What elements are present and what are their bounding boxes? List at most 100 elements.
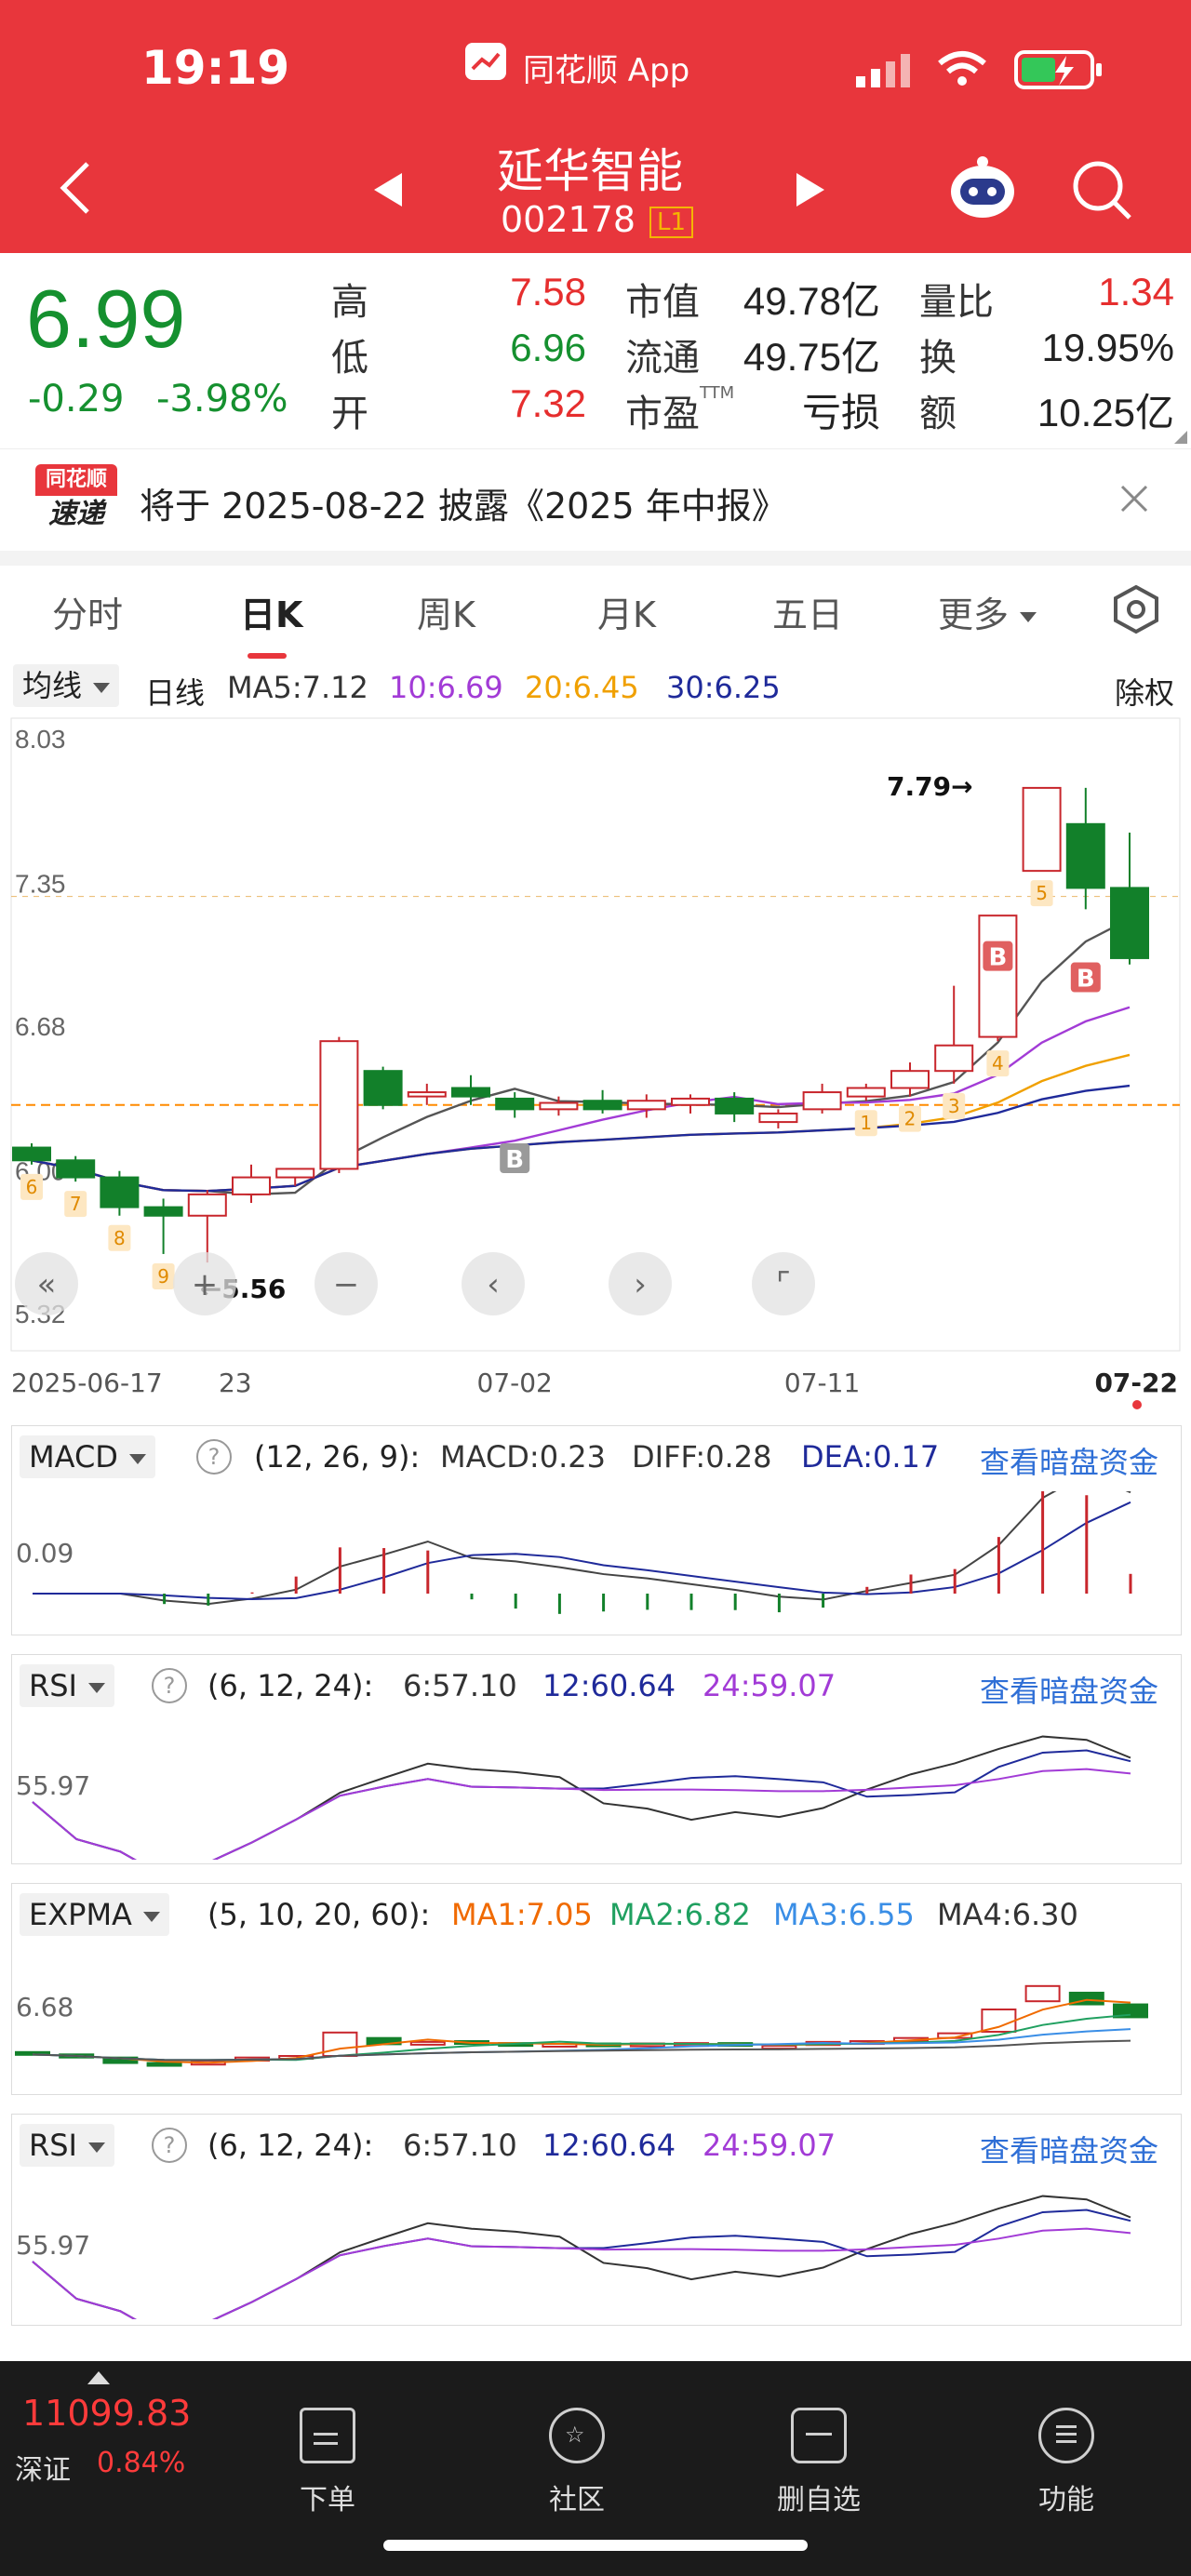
nav-remove-watchlist[interactable]: 删自选 [754, 2408, 884, 2517]
candle-body [232, 1176, 271, 1195]
macd-params: (12, 26, 9): [254, 1439, 421, 1475]
nav-community-label: 社区 [549, 2484, 605, 2516]
ma-selector[interactable]: 均线 [13, 664, 120, 707]
expma-candle [409, 2040, 446, 2046]
candle-body [1065, 822, 1105, 889]
marker-number: 9 [157, 1265, 169, 1288]
express-badge-top: 同花顺 [35, 464, 117, 496]
candle-body [715, 1097, 755, 1114]
marker-number: 7 [70, 1193, 82, 1215]
expma-ma1-line [32, 1998, 1131, 2064]
express-badge-bottom: 速递 [48, 498, 104, 530]
macd-selector[interactable]: MACD [20, 1435, 155, 1478]
high-value: 7.58 [510, 270, 586, 314]
rsi-dark-pool-link-2[interactable]: 查看暗盘资金 [980, 2128, 1158, 2170]
ex-rights-label[interactable]: 除权 [1115, 670, 1174, 713]
candle-body [582, 1100, 622, 1111]
macd-dark-pool-link[interactable]: 查看暗盘资金 [980, 1439, 1158, 1482]
ma20-line [31, 1053, 1131, 1193]
tab-daily-k[interactable]: 日K [240, 586, 302, 637]
fullscreen-icon: ⌜ [776, 1266, 791, 1303]
expma-candle [146, 2062, 182, 2067]
rsi6-line [32, 1735, 1131, 1860]
expma-ma2: MA2:6.82 [609, 1897, 751, 1932]
expma-panel: EXPMA (5, 10, 20, 60): MA1:7.05 MA2:6.82… [11, 1883, 1182, 2095]
candle-body [934, 1044, 974, 1073]
candle-body [890, 1070, 930, 1089]
tab-weekly-k[interactable]: 周K [417, 586, 475, 637]
tab-monthly-k[interactable]: 月K [597, 586, 656, 637]
back-icon[interactable] [56, 160, 93, 220]
app-logo-icon [465, 43, 506, 80]
candle-body [56, 1159, 96, 1179]
prev-stock-icon[interactable] [372, 171, 406, 212]
settings-hex-icon[interactable] [1113, 584, 1159, 638]
rsi24-value-1: 24:59.07 [703, 1668, 836, 1703]
macd-help-icon[interactable]: ? [196, 1439, 232, 1475]
mktcap-label: 市值 [625, 281, 700, 324]
rsi-panel-1: RSI ? (6, 12, 24): 6:57.10 12:60.64 24:5… [11, 1654, 1182, 1864]
mktcap-value: 49.78亿 [743, 279, 880, 323]
nav-remove-watchlist-label: 删自选 [777, 2484, 861, 2516]
vol-ratio-label: 量比 [919, 281, 994, 324]
rsi-panel-2: RSI ? (6, 12, 24): 6:57.10 12:60.64 24:5… [11, 2114, 1182, 2326]
marker-number: 4 [992, 1052, 1004, 1074]
nav-order[interactable]: 下单 [262, 2408, 393, 2517]
signal-icon [854, 52, 919, 93]
nav-functions[interactable]: 功能 [1001, 2408, 1131, 2517]
high-mark: 7.79→ [887, 771, 973, 802]
expma-svg [15, 1984, 1148, 2067]
macd-diff: DIFF:0.28 [632, 1439, 772, 1475]
robot-assistant-icon[interactable] [947, 154, 1018, 225]
ma30-value: 30:6.25 [666, 670, 781, 705]
candle-body [1022, 786, 1062, 873]
rsi-dark-pool-link-1[interactable]: 查看暗盘资金 [980, 1668, 1158, 1711]
x-tick: 23 [219, 1368, 252, 1398]
period-tabs: 分时 日K 周K 月K 五日 更多 [0, 566, 1191, 662]
tab-five-day[interactable]: 五日 [772, 586, 843, 637]
rsi-help-icon-1[interactable]: ? [152, 1668, 187, 1703]
home-indicator [383, 2540, 808, 2551]
vol-ratio-value: 1.34 [1098, 270, 1174, 314]
open-label: 开 [331, 393, 368, 435]
search-icon[interactable] [1070, 158, 1135, 227]
rsi-selector-1[interactable]: RSI [20, 1664, 114, 1707]
buy-signal-letter: B [988, 944, 1007, 972]
up-arrow-icon [87, 2370, 110, 2388]
expma-candle [322, 2031, 358, 2058]
pe-value: 亏损 [801, 391, 880, 434]
kline-chart[interactable]: 8.037.356.686.005.321234567897.79→←5.56B… [0, 709, 1191, 1416]
battery-icon [1014, 48, 1104, 95]
buy-signal-letter: B [505, 1146, 524, 1174]
expma-ma4: MA4:6.30 [937, 1897, 1078, 1932]
rsi-caret-icon-1 [87, 1682, 105, 1693]
status-time: 19:19 [141, 41, 290, 95]
rsi-selector-2[interactable]: RSI [20, 2124, 114, 2167]
expand-corner-icon[interactable] [1174, 430, 1187, 447]
expma-caret-icon [142, 1911, 160, 1922]
notice-text: 将于 2025-08-22 披露《2025 年中报》 [140, 486, 787, 527]
x-tick: 07-02 [477, 1368, 553, 1398]
rsi-help-icon-2[interactable]: ? [152, 2128, 187, 2163]
rsi24-line [32, 1768, 1131, 1860]
close-icon[interactable] [1118, 483, 1150, 518]
rsi12-line [32, 1749, 1131, 1860]
app-name: 同花顺 App [523, 52, 690, 89]
tab-more[interactable]: 更多 [938, 586, 1037, 637]
diff-line [33, 1491, 1131, 1606]
candle-body [626, 1100, 666, 1111]
rsi12-value-1: 12:60.64 [542, 1668, 676, 1703]
float-value: 49.75亿 [743, 335, 880, 379]
open-value: 7.32 [510, 381, 586, 425]
tab-intraday[interactable]: 分时 [52, 586, 123, 637]
next-stock-icon[interactable] [793, 171, 826, 212]
notice-bar[interactable]: 同花顺 速递 将于 2025-08-22 披露《2025 年中报》 [0, 448, 1191, 552]
marker-number: 6 [26, 1176, 38, 1198]
nav-community[interactable]: ☆ 社区 [512, 2408, 642, 2517]
expma-selector[interactable]: EXPMA [20, 1893, 169, 1936]
candle-body [495, 1097, 535, 1111]
marker-number: 3 [948, 1095, 960, 1117]
macd-dea: DEA:0.17 [801, 1439, 940, 1475]
macd-svg [33, 1491, 1132, 1614]
index-value[interactable]: 11099.83 [22, 2393, 191, 2434]
